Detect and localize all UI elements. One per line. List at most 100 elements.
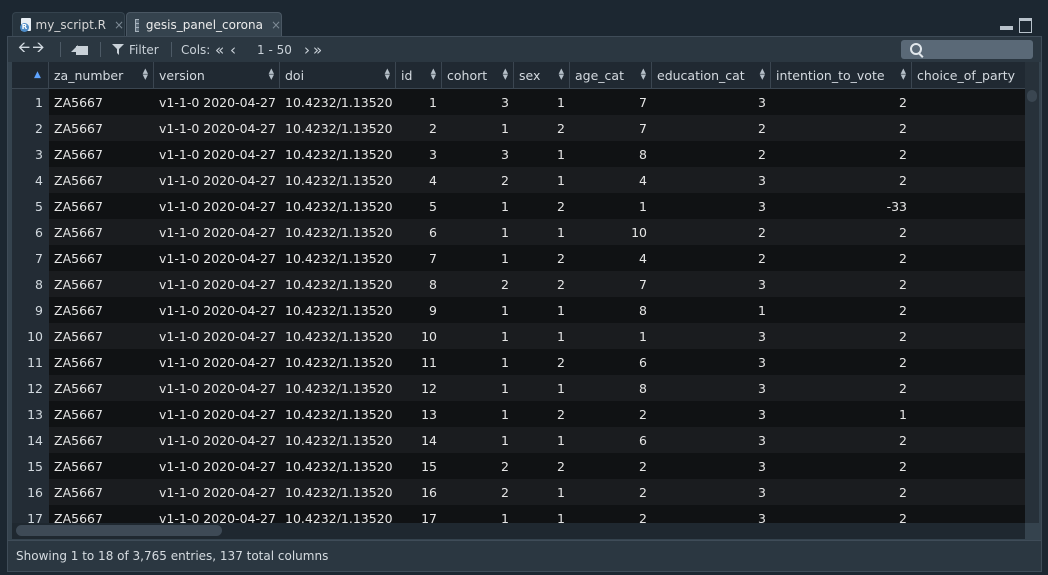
table-row[interactable]: 6 ZA5667 v1-1-0 2020-04-27 10.4232/1.13520 6… bbox=[12, 219, 1025, 245]
maximize-icon[interactable] bbox=[1019, 18, 1032, 33]
cell-sex: 1 bbox=[514, 89, 570, 115]
cell-za-number: ZA5667 bbox=[49, 141, 154, 167]
column-header-age-cat[interactable]: age_cat ▲ ▼ bbox=[570, 62, 652, 88]
row-number: 10 bbox=[12, 323, 49, 349]
tab-label: gesis_panel_corona bbox=[145, 18, 263, 32]
popout-icon[interactable] bbox=[70, 37, 92, 62]
cell-choice-of-party bbox=[912, 245, 1025, 271]
cell-intention-to-vote: 2 bbox=[771, 349, 912, 375]
table-row[interactable]: 17 ZA5667 v1-1-0 2020-04-27 10.4232/1.13520… bbox=[12, 505, 1025, 523]
column-header-id[interactable]: id ▲ ▼ bbox=[396, 62, 442, 88]
cols-next-button[interactable]: › bbox=[304, 37, 310, 62]
cell-education-cat: 3 bbox=[652, 167, 771, 193]
back-forward-arrows-icon[interactable]: 🡨 🡪 bbox=[18, 37, 44, 62]
cell-cohort: 2 bbox=[442, 453, 514, 479]
table-row[interactable]: 14 ZA5667 v1-1-0 2020-04-27 10.4232/1.13520… bbox=[12, 427, 1025, 453]
cell-doi: 10.4232/1.13520 bbox=[280, 141, 396, 167]
table-body: 1 ZA5667 v1-1-0 2020-04-27 10.4232/1.13520 1… bbox=[12, 89, 1025, 523]
cell-intention-to-vote: 2 bbox=[771, 297, 912, 323]
cell-intention-to-vote: 2 bbox=[771, 141, 912, 167]
cell-age-cat: 4 bbox=[570, 245, 652, 271]
row-number: 3 bbox=[12, 141, 49, 167]
column-header-za-number[interactable]: za_number ▲ ▼ bbox=[49, 62, 154, 88]
cell-id: 7 bbox=[396, 245, 442, 271]
table-row[interactable]: 10 ZA5667 v1-1-0 2020-04-27 10.4232/1.13520… bbox=[12, 323, 1025, 349]
cell-cohort: 2 bbox=[442, 479, 514, 505]
sort-icon: ▲ ▼ bbox=[640, 67, 646, 81]
cell-sex: 1 bbox=[514, 479, 570, 505]
cell-version: v1-1-0 2020-04-27 bbox=[154, 401, 280, 427]
table-row[interactable]: 5 ZA5667 v1-1-0 2020-04-27 10.4232/1.13520 5… bbox=[12, 193, 1025, 219]
horizontal-scroll-thumb[interactable] bbox=[16, 525, 222, 536]
table-row[interactable]: 9 ZA5667 v1-1-0 2020-04-27 10.4232/1.13520 9… bbox=[12, 297, 1025, 323]
column-header-cohort[interactable]: cohort ▲ ▼ bbox=[442, 62, 514, 88]
table-row[interactable]: 8 ZA5667 v1-1-0 2020-04-27 10.4232/1.13520 8… bbox=[12, 271, 1025, 297]
cell-cohort: 1 bbox=[442, 401, 514, 427]
cell-age-cat: 7 bbox=[570, 89, 652, 115]
horizontal-scrollbar[interactable] bbox=[12, 523, 1025, 539]
table-row[interactable]: 4 ZA5667 v1-1-0 2020-04-27 10.4232/1.13520 4… bbox=[12, 167, 1025, 193]
cols-last-button[interactable]: » bbox=[313, 37, 322, 62]
cell-za-number: ZA5667 bbox=[49, 167, 154, 193]
cell-sex: 1 bbox=[514, 141, 570, 167]
cell-education-cat: 3 bbox=[652, 401, 771, 427]
cell-doi: 10.4232/1.13520 bbox=[280, 349, 396, 375]
cell-version: v1-1-0 2020-04-27 bbox=[154, 115, 280, 141]
toolbar-divider bbox=[100, 42, 101, 57]
cell-intention-to-vote: 2 bbox=[771, 167, 912, 193]
cell-version: v1-1-0 2020-04-27 bbox=[154, 375, 280, 401]
cell-sex: 2 bbox=[514, 115, 570, 141]
cell-choice-of-party bbox=[912, 375, 1025, 401]
table-row[interactable]: 13 ZA5667 v1-1-0 2020-04-27 10.4232/1.13520… bbox=[12, 401, 1025, 427]
close-icon[interactable]: × bbox=[271, 18, 281, 32]
column-header-version[interactable]: version ▲ ▼ bbox=[154, 62, 280, 88]
column-header-doi[interactable]: doi ▲ ▼ bbox=[280, 62, 396, 88]
column-header-intention-to-vote[interactable]: intention_to_vote ▲ ▼ bbox=[771, 62, 912, 88]
cell-za-number: ZA5667 bbox=[49, 479, 154, 505]
table-row[interactable]: 7 ZA5667 v1-1-0 2020-04-27 10.4232/1.13520 7… bbox=[12, 245, 1025, 271]
cell-version: v1-1-0 2020-04-27 bbox=[154, 479, 280, 505]
table-row[interactable]: 15 ZA5667 v1-1-0 2020-04-27 10.4232/1.13520… bbox=[12, 453, 1025, 479]
table-row[interactable]: 11 ZA5667 v1-1-0 2020-04-27 10.4232/1.13520… bbox=[12, 349, 1025, 375]
tab-gesis-panel-corona[interactable]: gesis_panel_corona × bbox=[126, 12, 282, 37]
table-row[interactable]: 3 ZA5667 v1-1-0 2020-04-27 10.4232/1.13520 3… bbox=[12, 141, 1025, 167]
cell-doi: 10.4232/1.13520 bbox=[280, 245, 396, 271]
cell-cohort: 1 bbox=[442, 427, 514, 453]
cell-education-cat: 3 bbox=[652, 193, 771, 219]
data-table: ▲ za_number ▲ ▼ version ▲ ▼ doi ▲ ▼ id ▲ ▼ cohor… bbox=[12, 62, 1025, 523]
cell-sex: 2 bbox=[514, 453, 570, 479]
cell-version: v1-1-0 2020-04-27 bbox=[154, 193, 280, 219]
row-number: 4 bbox=[12, 167, 49, 193]
cell-education-cat: 3 bbox=[652, 271, 771, 297]
cols-first-button[interactable]: « bbox=[215, 37, 224, 62]
cell-id: 5 bbox=[396, 193, 442, 219]
cell-za-number: ZA5667 bbox=[49, 193, 154, 219]
cell-intention-to-vote: 2 bbox=[771, 453, 912, 479]
sort-icon: ▲ ▼ bbox=[384, 67, 390, 81]
cell-age-cat: 2 bbox=[570, 505, 652, 523]
cell-age-cat: 1 bbox=[570, 323, 652, 349]
table-row[interactable]: 12 ZA5667 v1-1-0 2020-04-27 10.4232/1.13520… bbox=[12, 375, 1025, 401]
cols-prev-button[interactable]: ‹ bbox=[230, 37, 236, 62]
vertical-scroll-thumb[interactable] bbox=[1027, 90, 1037, 102]
table-row[interactable]: 1 ZA5667 v1-1-0 2020-04-27 10.4232/1.13520 1… bbox=[12, 89, 1025, 115]
vertical-scrollbar[interactable] bbox=[1025, 62, 1039, 523]
cell-education-cat: 3 bbox=[652, 453, 771, 479]
search-input[interactable] bbox=[901, 40, 1033, 59]
sort-ascending-icon: ▲ bbox=[34, 70, 41, 80]
tab-my-script[interactable]: R my_script.R × bbox=[12, 12, 125, 37]
cell-intention-to-vote: 1 bbox=[771, 401, 912, 427]
row-number-header[interactable]: ▲ bbox=[12, 62, 49, 88]
close-icon[interactable]: × bbox=[114, 18, 124, 32]
table-row[interactable]: 16 ZA5667 v1-1-0 2020-04-27 10.4232/1.13520… bbox=[12, 479, 1025, 505]
cell-za-number: ZA5667 bbox=[49, 323, 154, 349]
minimize-icon[interactable] bbox=[1000, 18, 1013, 31]
row-number: 2 bbox=[12, 115, 49, 141]
filter-button[interactable]: Filter bbox=[112, 37, 159, 62]
cell-choice-of-party bbox=[912, 453, 1025, 479]
column-header-education-cat[interactable]: education_cat ▲ ▼ bbox=[652, 62, 771, 88]
column-header-choice-of-party[interactable]: choice_of_party▲▼ bbox=[912, 62, 1025, 88]
sort-icon: ▲ ▼ bbox=[142, 67, 148, 81]
table-row[interactable]: 2 ZA5667 v1-1-0 2020-04-27 10.4232/1.13520 2… bbox=[12, 115, 1025, 141]
column-header-sex[interactable]: sex ▲ ▼ bbox=[514, 62, 570, 88]
